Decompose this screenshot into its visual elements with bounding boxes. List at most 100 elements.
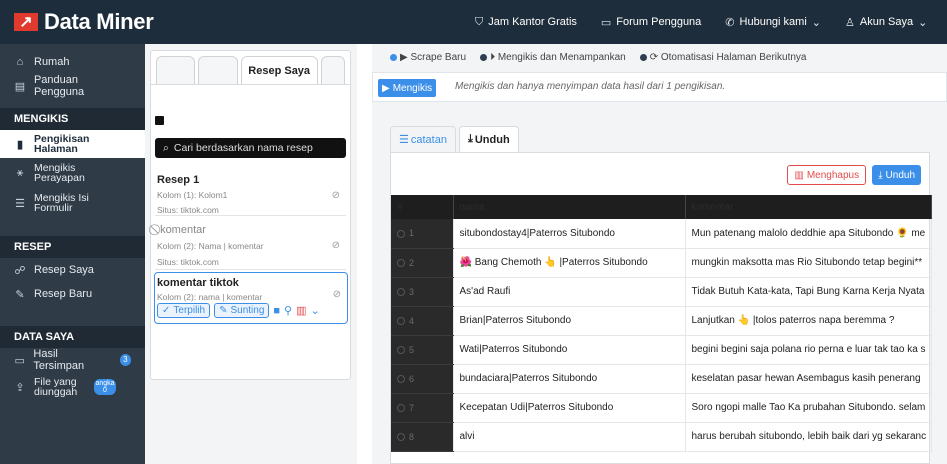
tab-label: catatan <box>410 133 447 146</box>
tab-my-recipes[interactable]: Resep Saya <box>240 56 318 84</box>
sidebar-item-crawl-scraping[interactable]: ⚹ Mengikis Perayapan <box>0 158 145 188</box>
delete-button[interactable]: ▥ Menghapus <box>787 165 867 185</box>
row-index-cell[interactable]: 4 <box>391 306 454 336</box>
tab-notes[interactable]: ☰ catatan <box>390 126 456 152</box>
tab-recipes-public[interactable] <box>156 56 196 84</box>
sidebar-item-user-guide[interactable]: ▤ Panduan Pengguna <box>0 74 145 98</box>
sidebar-item-uploaded-files[interactable]: ⇪ File yang diunggah angka 0 <box>0 372 145 402</box>
row-index: 2 <box>409 257 415 268</box>
row-select-icon <box>397 404 405 413</box>
tab-recipes-team[interactable] <box>198 56 238 84</box>
main-content: ▶ Scrape Baru ⏵ Mengikis dan Menampankan… <box>372 44 947 464</box>
pencil-icon: ✎ <box>15 288 25 301</box>
selected-chip-label: Terpilih <box>173 305 206 316</box>
sidebar-item-new-recipe[interactable]: ✎ Resep Baru <box>0 282 145 306</box>
recipe-card-komentar-tiktok[interactable]: komentar tiktok Kolom (2): nama | koment… <box>154 272 348 324</box>
column-header-nama[interactable]: nama <box>453 195 686 219</box>
row-index-cell[interactable]: 5 <box>391 335 454 365</box>
nav-my-account-label: Akun Saya <box>859 16 914 28</box>
eye-slash-icon[interactable]: ⊘ <box>332 190 340 201</box>
sidebar-item-saved-results[interactable]: ▭ Hasil Tersimpan 3 <box>0 348 145 372</box>
sidebar-section-scraping: MENGIKIS <box>0 108 145 130</box>
recipe-columns: Kolom (1): Kolom1 <box>157 190 228 200</box>
komentar-cell: Mun patenang malolo deddhie apa Situbond… <box>685 219 932 249</box>
edit-button[interactable]: ✎ Sunting <box>214 303 270 318</box>
row-select-icon <box>397 433 405 442</box>
selected-chip[interactable]: ✓ Terpilih <box>157 303 211 318</box>
table-row[interactable]: 8 alvi harus berubah situbondo, lebih baik… <box>391 422 932 452</box>
eye-slash-icon[interactable]: ⊘ <box>332 240 340 251</box>
komentar-cell: harus berubah situbondo, lebih baik dari… <box>685 422 932 452</box>
nav-contact-us[interactable]: ✆ Hubungi kami ⌄ <box>725 16 821 29</box>
toggle-square-icon[interactable] <box>155 116 164 125</box>
row-index-cell[interactable]: 3 <box>391 277 454 307</box>
table-row[interactable]: 4 Brian|Paterros Situbondo Lanjutkan 👆 |to… <box>391 306 932 336</box>
row-index-cell[interactable]: 2 <box>391 248 454 278</box>
phone-icon: ✆ <box>725 16 735 29</box>
sidebar-item-label: Mengikis Isi Formulir <box>34 192 89 214</box>
table-row[interactable]: 5 Wati|Paterros Situbondo begini begini sa… <box>391 335 932 365</box>
sidebar-item-home[interactable]: ⌂ Rumah <box>0 50 145 74</box>
column-header-index[interactable]: # <box>391 195 454 219</box>
tab-recipes-extra[interactable] <box>320 56 345 84</box>
recipe-site: Situs: tiktok.com <box>157 257 219 267</box>
pin-icon[interactable]: ⚲ <box>284 304 292 317</box>
nav-my-account[interactable]: ♙ Akun Saya ⌄ <box>845 16 927 29</box>
row-index-cell[interactable]: 7 <box>391 393 454 423</box>
trash-icon[interactable]: ▥ <box>296 304 306 317</box>
sidebar-item-form-scraping[interactable]: ☰ Mengikis Isi Formulir <box>0 188 145 218</box>
chat-bubbles-icon: ▭ <box>600 16 612 29</box>
recipe-title: komentar <box>160 224 206 236</box>
scrape-button[interactable]: ▶ Mengikis <box>378 79 437 97</box>
recipe-card-komentar[interactable]: ⃠ komentar Kolom (2): Nama | komentar Si… <box>155 220 346 270</box>
row-select-icon <box>397 346 405 355</box>
table-row[interactable]: 7 Kecepatan Udi|Paterros Situbondo Soro ng… <box>391 393 932 423</box>
sidebar: ⌂ Rumah ▤ Panduan Pengguna MENGIKIS ▮ Pengi… <box>0 44 145 464</box>
saved-results-count-badge: 3 <box>119 354 131 366</box>
sidebar-item-page-scraping[interactable]: ▮ Pengikisan Halaman <box>0 130 145 158</box>
table-row[interactable]: 1 situbondostay4|Paterros Situbondo Mun pa… <box>391 219 932 249</box>
eye-slash-icon[interactable]: ⊘ <box>333 289 341 300</box>
nama-cell: alvi <box>453 422 686 452</box>
form-icon: ☰ <box>15 197 25 210</box>
nav-office-hours[interactable]: ⛉ Jam Kantor Gratis <box>475 16 577 29</box>
row-index: 8 <box>409 431 415 442</box>
sidebar-item-label: Panduan Pengguna <box>33 74 85 98</box>
table-actions: ▥ Menghapus ⤓ Unduh <box>787 165 921 185</box>
table-row[interactable]: 3 As'ad Raufi Tidak Butuh Kata-kata, Tapi … <box>391 277 932 307</box>
nav-user-forum-label: Forum Pengguna <box>616 16 702 28</box>
results-table: # nama komentar 1 situbondostay4|Paterros… <box>391 195 932 452</box>
nav-user-forum[interactable]: ▭ Forum Pengguna <box>601 16 701 29</box>
row-index-cell[interactable]: 8 <box>391 422 454 452</box>
user-icon: ♙ <box>845 16 855 29</box>
users-icon: ☍ <box>14 264 26 277</box>
row-index: 1 <box>409 228 415 239</box>
legend-label: Scrape Baru <box>410 52 467 63</box>
brand-logo[interactable]: ↗ Data Miner <box>0 9 400 35</box>
tab-download[interactable]: ⤓ Unduh <box>458 126 519 152</box>
komentar-cell: Lanjutkan 👆 |tolos paterros napa beremma… <box>685 306 932 336</box>
folder-icon[interactable]: ■ <box>273 305 280 317</box>
row-index-cell[interactable]: 6 <box>391 364 454 394</box>
row-index: 4 <box>409 315 415 326</box>
check-icon: ✓ <box>162 305 171 316</box>
download-button[interactable]: ⤓ Unduh <box>872 165 921 185</box>
row-index-cell[interactable]: 1 <box>391 219 454 249</box>
play-icon: ▶ <box>382 82 390 94</box>
table-row[interactable]: 2 🌺 Bang Chemoth 👆 |Paterros Situbondo mun… <box>391 248 932 278</box>
tab-label: Unduh <box>474 133 510 146</box>
recipe-card-resep-1[interactable]: Resep 1 Kolom (1): Kolom1 Situs: tiktok.… <box>155 170 346 216</box>
download-icon: ⤓ <box>878 169 883 181</box>
recipe-panel-tabs: Resep Saya <box>151 51 350 85</box>
search-icon: ⌕ <box>163 141 169 154</box>
table-row[interactable]: 6 bundaciara|Paterros Situbondo keselatan … <box>391 364 932 394</box>
row-select-icon <box>397 317 405 326</box>
sidebar-item-my-recipes[interactable]: ☍ Resep Saya <box>0 258 145 282</box>
row-select-icon <box>397 259 405 268</box>
recipe-search-input[interactable]: ⌕ Cari berdasarkan nama resep <box>155 138 346 158</box>
column-header-komentar[interactable]: komentar <box>685 195 932 219</box>
recipe-search-placeholder: Cari berdasarkan nama resep <box>173 142 313 154</box>
nama-cell: 🌺 Bang Chemoth 👆 |Paterros Situbondo <box>453 248 686 278</box>
chevron-down-icon[interactable]: ⌄ <box>311 304 320 317</box>
uploaded-files-count-badge: angka 0 <box>94 379 116 395</box>
